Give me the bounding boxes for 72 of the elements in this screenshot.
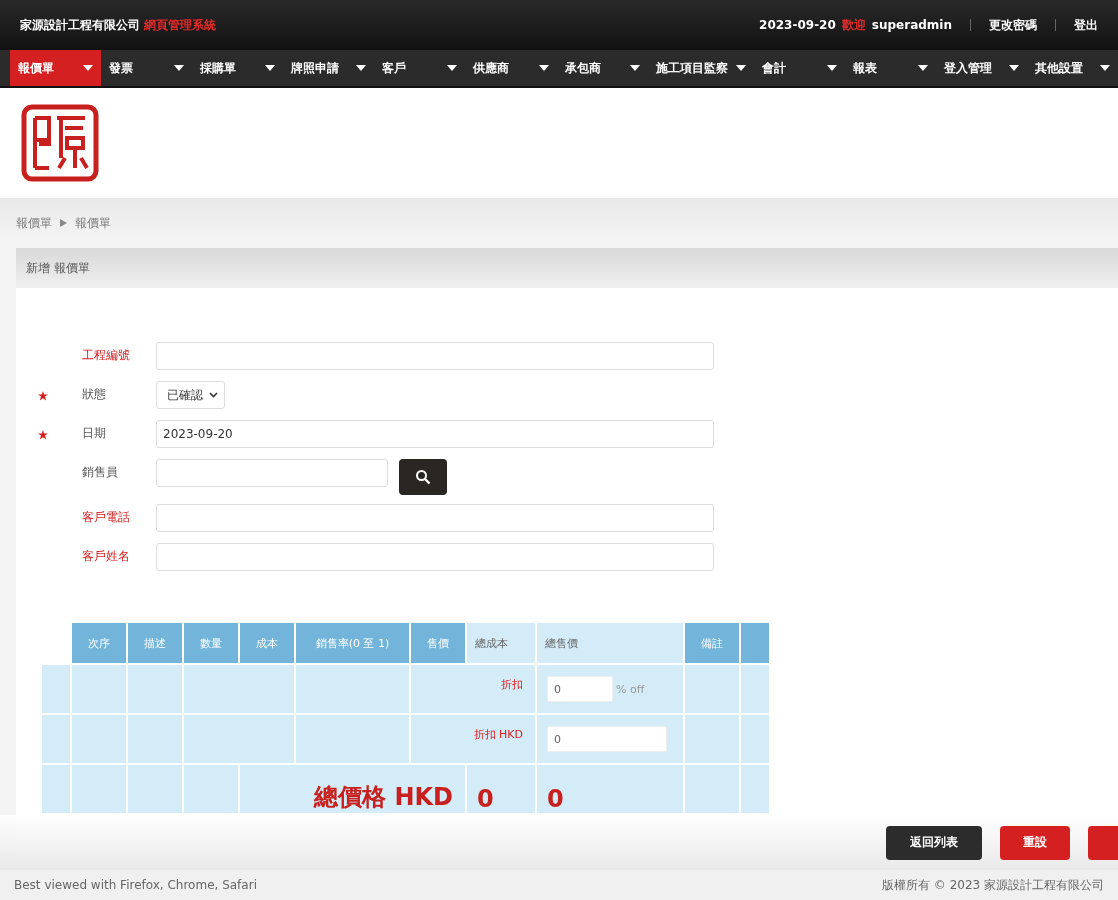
logo-icon [21, 104, 99, 182]
caret-icon [629, 65, 640, 71]
caret-icon [83, 65, 94, 71]
menu-item[interactable]: 供應商 [465, 50, 557, 86]
column-header: 售價 [410, 622, 466, 664]
discount-field[interactable]: 0 [547, 676, 613, 702]
input-field[interactable] [156, 342, 714, 370]
field-label: 日期 [82, 425, 107, 442]
field-label: 工程編號 [82, 347, 131, 364]
unit-label: % off [616, 682, 645, 696]
menu-item[interactable]: 會計 [753, 50, 845, 86]
column-header: 次序 [71, 622, 127, 664]
panel-title: 新增 報價單 [26, 259, 90, 277]
username: superadmin [871, 18, 952, 32]
menu-item[interactable]: 採購單 [192, 50, 284, 86]
column-header: 總成本 [466, 622, 536, 664]
header-link[interactable]: 更改密碼 [989, 16, 1037, 34]
discount-label: 折扣 HKD [473, 727, 523, 742]
menu-item[interactable]: 發票 [101, 50, 193, 86]
action-button[interactable]: 重設 [1000, 825, 1070, 860]
field-label: 銷售員 [82, 464, 119, 481]
welcome-label: 歡迎 [841, 16, 866, 34]
caret-icon [917, 65, 928, 71]
field-label: 客戶姓名 [82, 548, 131, 565]
caret-icon [356, 65, 367, 71]
breadcrumb-arrow-icon [60, 219, 67, 227]
breadcrumb-item[interactable]: 報價單 [75, 214, 111, 232]
caret-icon [538, 65, 549, 71]
action-button[interactable]: 返回列表 [886, 825, 982, 860]
input-field[interactable] [156, 543, 714, 571]
input-field[interactable] [156, 459, 388, 487]
caret-icon [1100, 65, 1111, 71]
caret-icon [265, 65, 276, 71]
current-date: 2023-09-20 [759, 18, 836, 32]
field-label: 狀態 [82, 386, 107, 403]
company-name: 家源設計工程有限公司 [20, 17, 140, 32]
discount-field[interactable]: 0 [547, 726, 667, 752]
menu-item[interactable]: 登入管理 [935, 50, 1027, 86]
discount-label: 折扣 [501, 677, 523, 692]
column-header: 總售價 [536, 622, 684, 664]
copyright-text: 版權所有 © 2023 家源設計工程有限公司 [882, 876, 1104, 894]
field-label: 客戶電話 [82, 509, 131, 526]
menu-item[interactable]: 報價單 [10, 50, 102, 86]
column-header: 數量 [183, 622, 239, 664]
menu-item[interactable]: 施工項目監察 [647, 50, 754, 86]
menu-item[interactable]: 承包商 [556, 50, 648, 86]
caret-icon [735, 65, 746, 71]
system-name: 網頁管理系統 [144, 17, 217, 32]
caret-icon [1008, 65, 1019, 71]
caret-icon [447, 65, 458, 71]
column-header: 備註 [684, 622, 740, 664]
menu-item[interactable]: 牌照申請 [283, 50, 375, 86]
total-cost: 0 [477, 785, 494, 813]
total-price: 0 [547, 785, 564, 813]
input-field[interactable] [156, 504, 714, 532]
caret-icon [826, 65, 837, 71]
total-label: 總價格 HKD [314, 783, 453, 811]
column-header: 描述 [127, 622, 183, 664]
input-field[interactable]: 2023-09-20 [156, 420, 714, 448]
header-link[interactable]: 登出 [1074, 16, 1098, 34]
caret-icon [174, 65, 185, 71]
column-header: 成本 [239, 622, 295, 664]
status-select[interactable]: 已確認 [156, 381, 225, 409]
search-button[interactable] [399, 459, 447, 495]
browser-note: Best viewed with Firefox, Chrome, Safari [14, 878, 257, 892]
menu-item[interactable]: 報表 [844, 50, 936, 86]
menu-item[interactable]: 其他設置 [1026, 50, 1118, 86]
search-icon [415, 469, 431, 485]
column-header: 銷售率(0 至 1) [295, 622, 410, 664]
menu-item[interactable]: 客戶 [374, 50, 466, 86]
breadcrumb-item[interactable]: 報價單 [16, 214, 52, 232]
chevron-down-icon [209, 392, 218, 398]
